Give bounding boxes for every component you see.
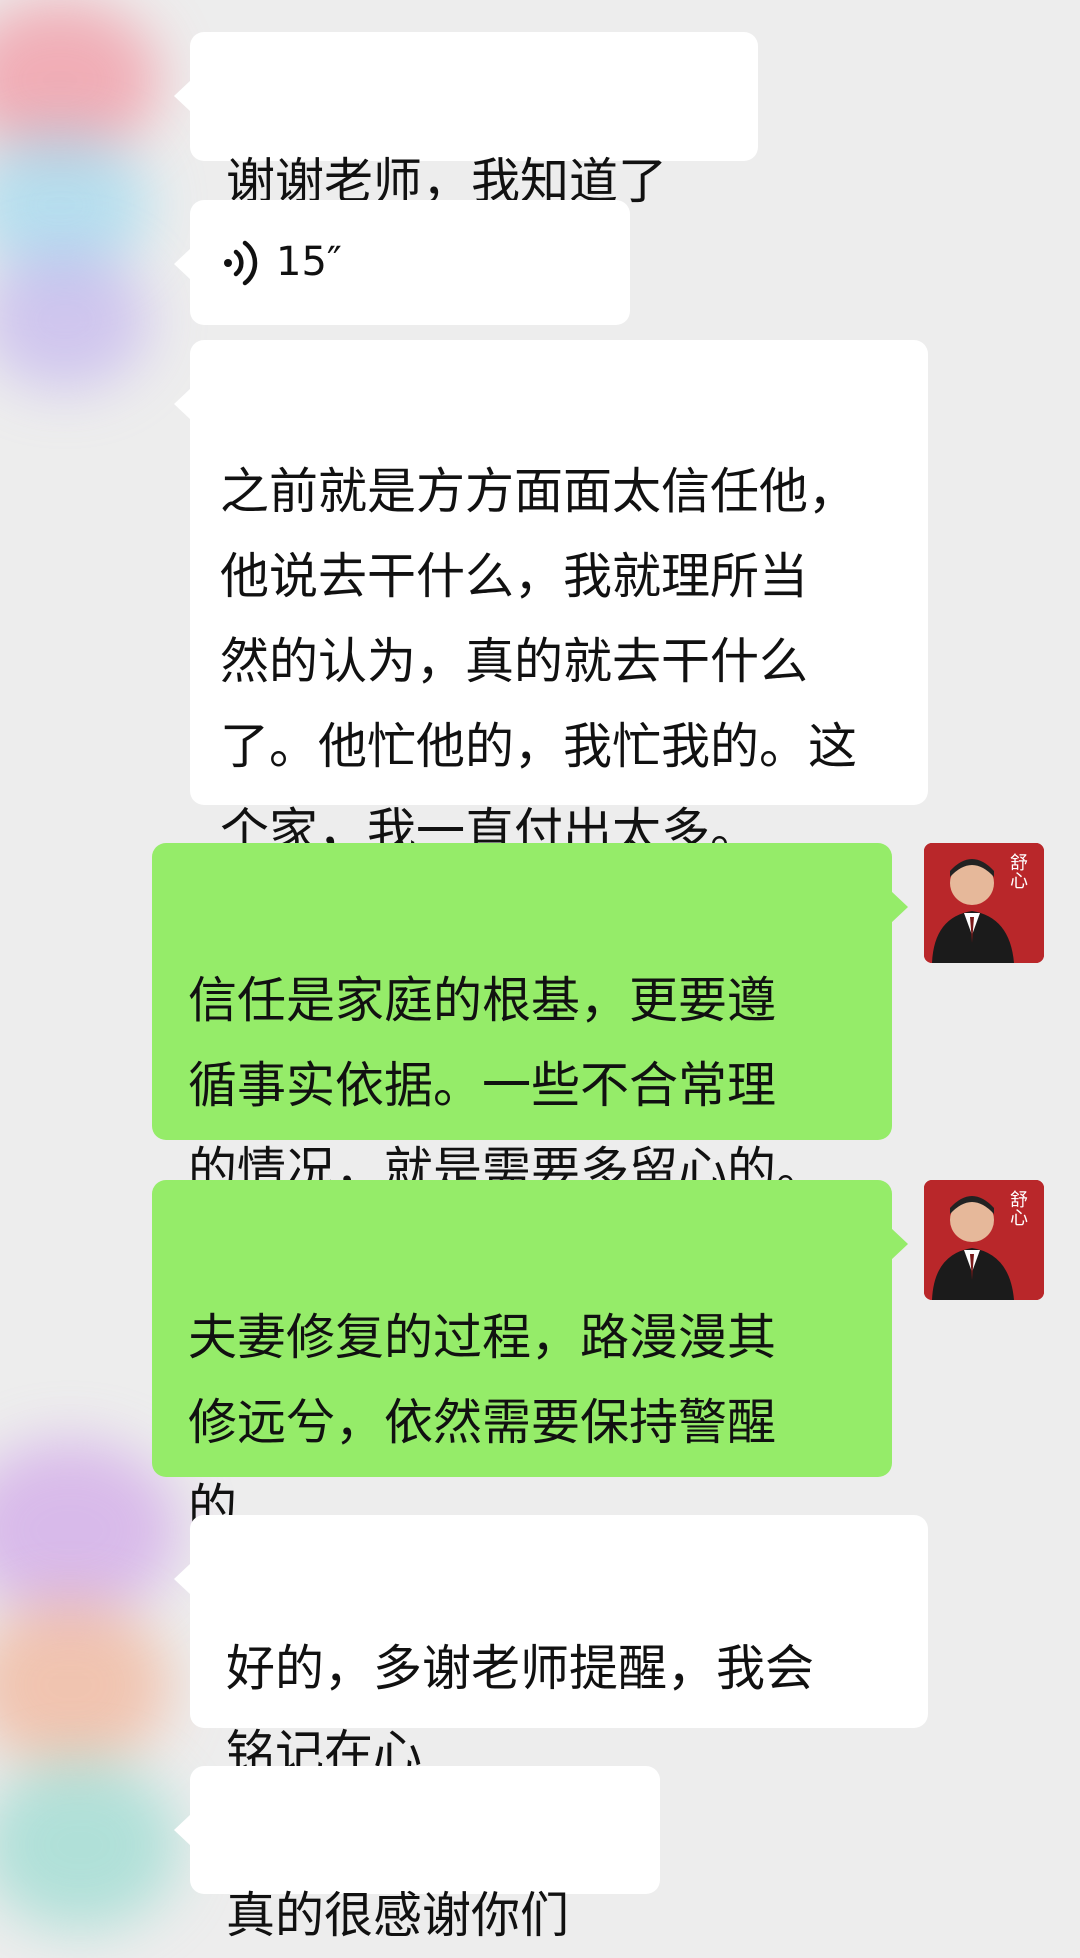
message-text: 真的很感谢你们 (226, 1887, 570, 1944)
incoming-message-bubble[interactable]: 之前就是方方面面太信任他， 他说去干什么，我就理所当 然的认为，真的就去干什么 … (174, 340, 928, 860)
message-text: 之前就是方方面面太信任他， 他说去干什么，我就理所当 然的认为，真的就去干什么 … (220, 463, 858, 860)
voice-wave-icon (224, 240, 258, 285)
avatar-label: 舒心 (1007, 853, 1028, 889)
avatar-label: 舒心 (1007, 1190, 1028, 1226)
outgoing-message-bubble[interactable]: 信任是家庭的根基，更要遵 循事实依据。一些不合常理 的情况，就是需要多留心的。 (152, 843, 908, 1199)
message-text: 好的，多谢老师提醒，我会 铭记在心 (226, 1640, 815, 1782)
incoming-message-bubble[interactable]: 谢谢老师，我知道了 (174, 32, 758, 210)
decor-blob (0, 1760, 180, 1930)
decor-blob (0, 1600, 170, 1770)
outgoing-message-bubble[interactable]: 夫妻修复的过程，路漫漫其 修远兮，依然需要保持警醒 的 (152, 1180, 908, 1536)
avatar[interactable]: 舒心 (924, 843, 1044, 963)
incoming-message-bubble[interactable]: 好的，多谢老师提醒，我会 铭记在心 (174, 1515, 928, 1782)
avatar[interactable]: 舒心 (924, 1180, 1044, 1300)
message-text: 夫妻修复的过程，路漫漫其 修远兮，依然需要保持警醒 的 (188, 1309, 777, 1536)
message-text: 信任是家庭的根基，更要遵 循事实依据。一些不合常理 的情况，就是需要多留心的。 (188, 972, 826, 1199)
voice-message-bubble[interactable]: 15″ (174, 200, 630, 325)
incoming-message-bubble[interactable]: 真的很感谢你们 (174, 1766, 660, 1944)
voice-duration: 15″ (276, 239, 342, 285)
decor-blob (0, 250, 150, 390)
